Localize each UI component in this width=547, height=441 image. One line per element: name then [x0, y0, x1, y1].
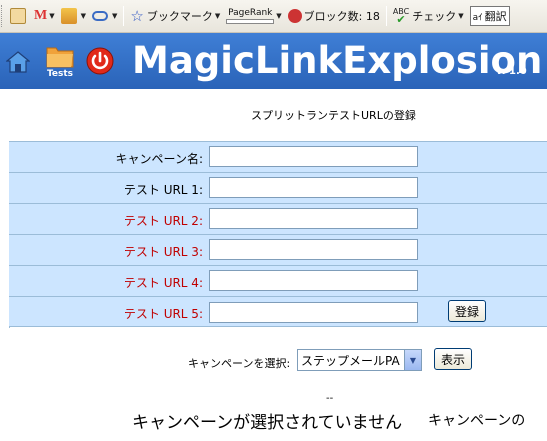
- test-url-2-label: テスト URL 2:: [123, 214, 203, 228]
- campaign-trailing-text: キャンペーンの: [428, 413, 526, 429]
- browser-toolbar: M ▼ ▼ ▼ ☆ ブックマーク ▼ PageRank ▼ ブロック数: 18 …: [0, 0, 547, 33]
- show-button[interactable]: 表示: [434, 348, 473, 370]
- chevron-down-icon: ▼: [80, 12, 86, 20]
- translate-label: 翻訳: [484, 10, 507, 23]
- test-url-4-input[interactable]: [209, 270, 418, 291]
- campaign-name-label: キャンペーン名:: [115, 152, 203, 166]
- campaign-select-label: キャンペーンを選択:: [188, 357, 291, 370]
- campaign-select-value: ステップメールPA: [301, 353, 400, 368]
- home-icon[interactable]: [6, 51, 30, 73]
- popup-blocker-icon: [287, 9, 302, 23]
- puzzle-button[interactable]: ▼: [58, 4, 89, 28]
- register-button[interactable]: 登録: [448, 300, 487, 322]
- test-url-4-label: テスト URL 4:: [123, 276, 203, 290]
- chevron-down-icon: ▼: [276, 12, 282, 20]
- chevron-down-icon[interactable]: ▼: [404, 350, 421, 370]
- chevron-down-icon: ▼: [49, 12, 55, 20]
- bookmark-label: ブックマーク: [146, 10, 213, 23]
- translate-icon: aｲ: [472, 12, 483, 23]
- app-version: v. 1.0: [496, 66, 527, 77]
- chain-link-icon: [92, 11, 108, 21]
- envelope-icon: [10, 8, 26, 24]
- app-header: Tests MagicLinkExplosion v. 1.0: [0, 33, 547, 89]
- test-url-3-label: テスト URL 3:: [123, 245, 203, 259]
- toolbar-separator: [385, 6, 387, 26]
- tests-button[interactable]: Tests: [44, 43, 76, 83]
- tests-label: Tests: [46, 69, 74, 79]
- star-icon: ☆: [130, 7, 144, 25]
- test-url-3-input[interactable]: [209, 239, 418, 260]
- link-button[interactable]: ▼: [89, 4, 120, 28]
- page-subtitle: スプリットランテストURLの登録: [251, 109, 416, 122]
- check-label: チェック: [412, 10, 457, 23]
- gmail-button[interactable]: M ▼: [31, 4, 58, 28]
- puzzle-icon: [60, 8, 77, 24]
- campaign-name-input[interactable]: [209, 146, 418, 167]
- test-url-1-input[interactable]: [209, 177, 418, 198]
- folder-icon: [46, 47, 74, 68]
- pagerank-widget[interactable]: PageRank ▼: [223, 4, 284, 28]
- spellcheck-icon: ABC ✔: [392, 7, 410, 26]
- pagerank-bar: [226, 18, 275, 24]
- popup-blocker-button[interactable]: ブロック数: 18: [285, 4, 383, 28]
- translate-button[interactable]: aｲ 翻訳: [467, 4, 513, 28]
- test-url-5-input[interactable]: [209, 302, 418, 323]
- block-count-label: ブロック数: 18: [303, 10, 380, 23]
- chevron-down-icon: ▼: [214, 12, 221, 20]
- no-campaign-message: キャンペーンが選択されていません: [132, 413, 403, 433]
- test-url-2-input[interactable]: [209, 208, 418, 229]
- chevron-down-icon: ▼: [458, 12, 464, 20]
- test-url-1-label: テスト URL 1:: [123, 183, 203, 197]
- toolbar-separator: [123, 6, 125, 26]
- app-title: MagicLinkExplosion: [132, 39, 543, 82]
- gmail-icon: M: [34, 8, 48, 23]
- campaign-select[interactable]: ステップメールPA ▼: [297, 349, 422, 371]
- pagerank-box: PageRank: [226, 7, 275, 24]
- spellcheck-button[interactable]: ABC ✔ チェック ▼: [390, 4, 467, 28]
- bookmark-button[interactable]: ☆ ブックマーク ▼: [127, 4, 223, 28]
- mail-button[interactable]: [7, 4, 31, 28]
- chevron-down-icon: ▼: [112, 12, 118, 20]
- power-icon[interactable]: [86, 47, 114, 75]
- pagerank-label: PageRank: [228, 7, 273, 18]
- test-url-5-label: テスト URL 5:: [123, 307, 203, 321]
- separator-dashes: --: [326, 393, 334, 404]
- translate-box: aｲ 翻訳: [469, 6, 510, 26]
